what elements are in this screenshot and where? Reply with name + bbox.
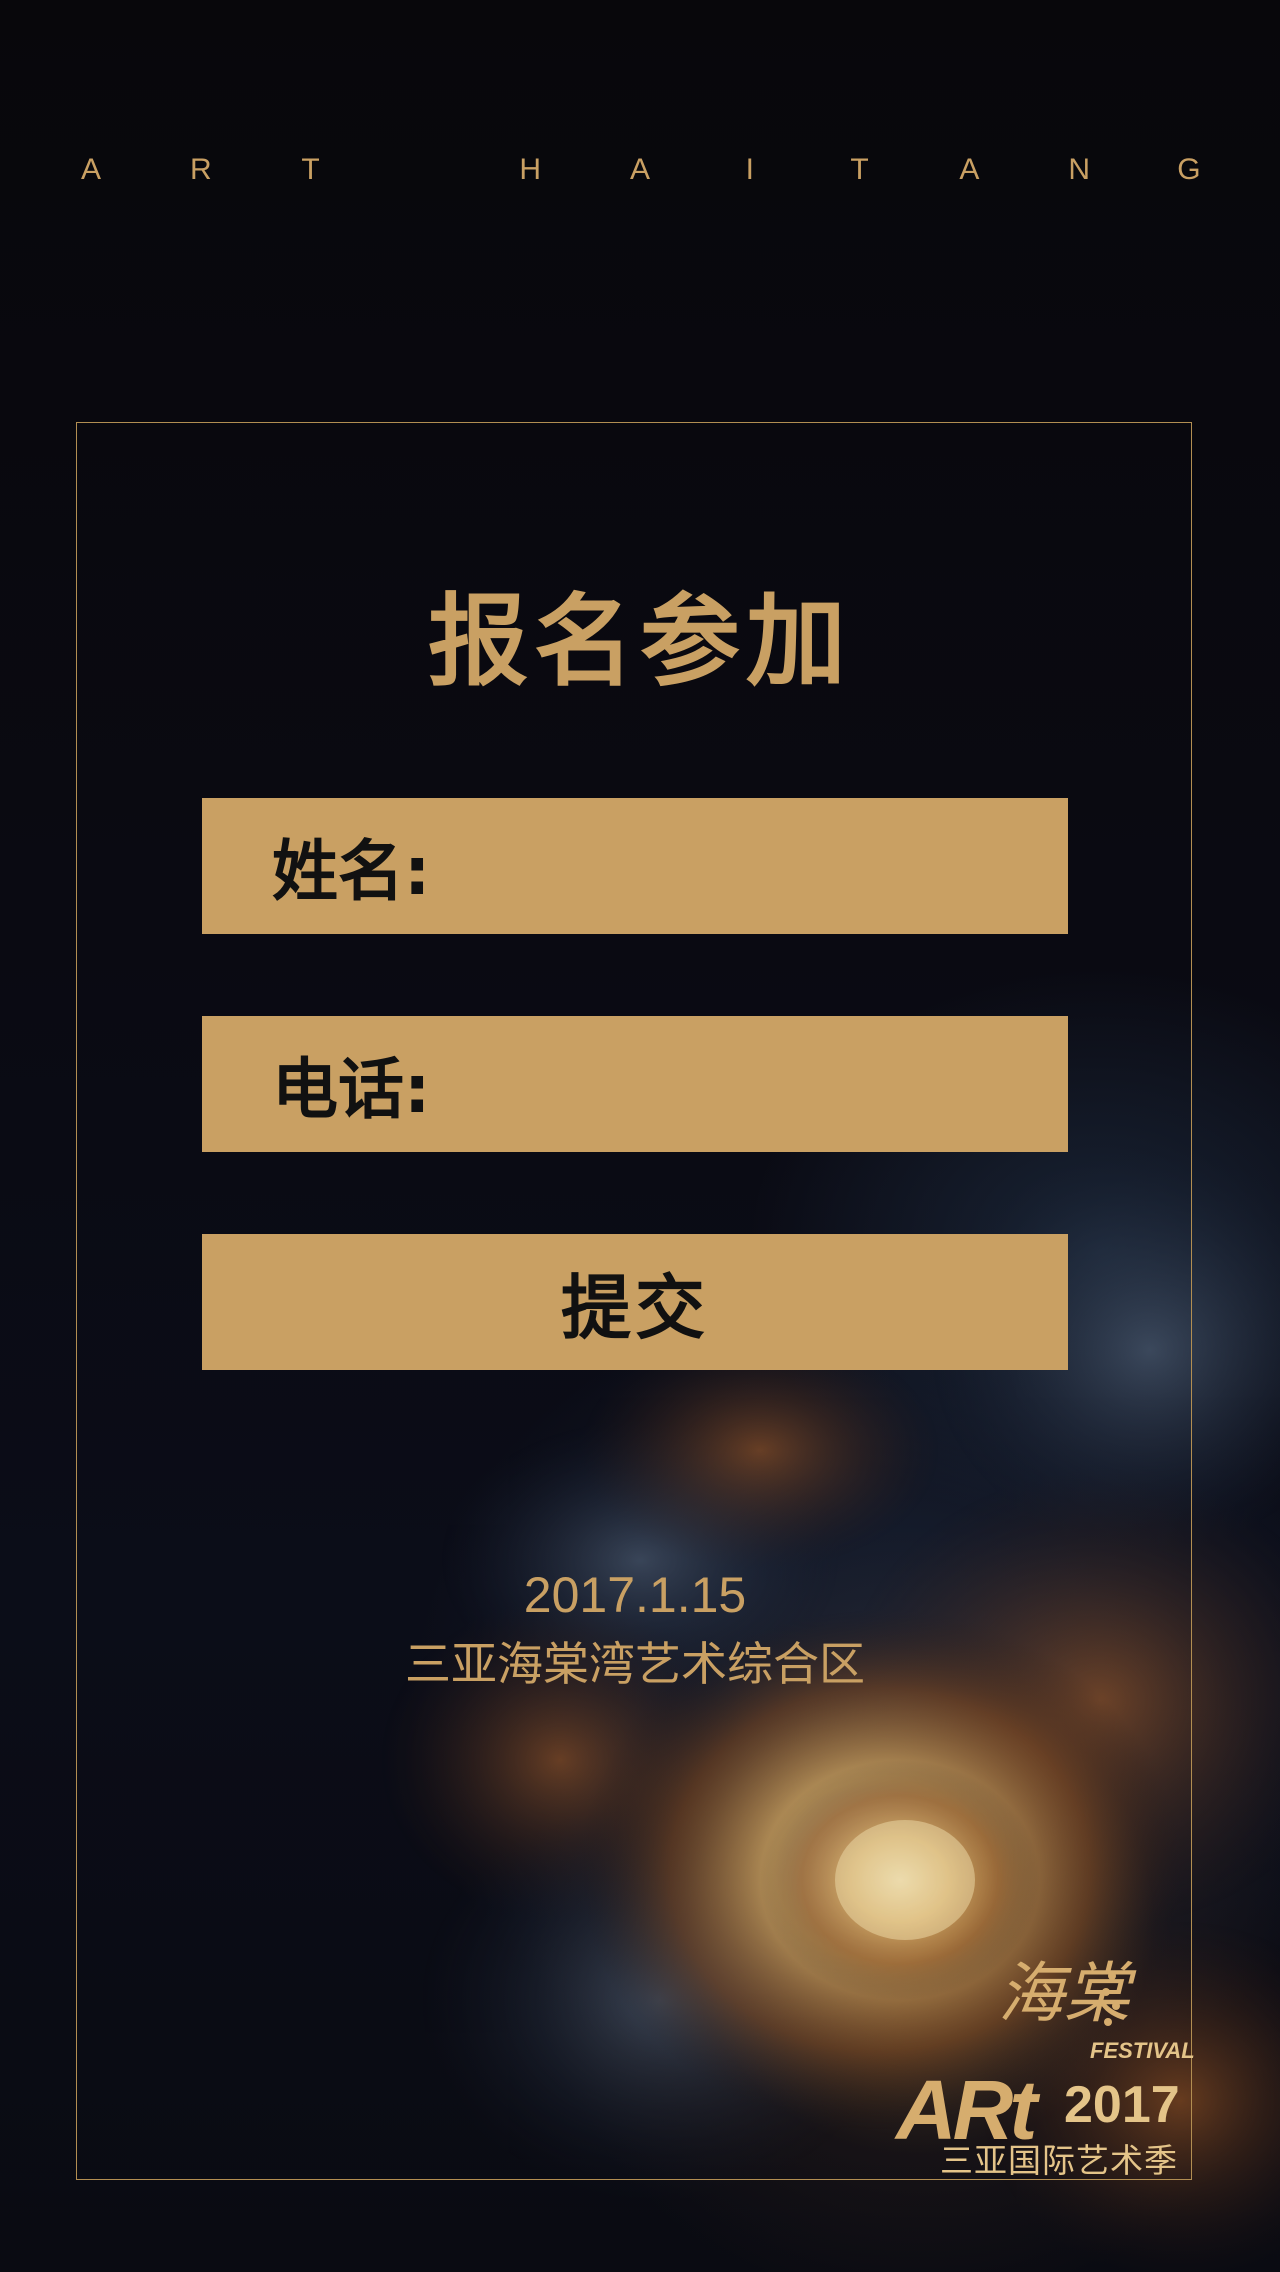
logo-festival: FESTIVAL (1090, 2038, 1195, 2063)
brand-letter: N (1068, 153, 1090, 186)
logo-subtitle: 三亚国际艺术季 (940, 2141, 1178, 2180)
brand-letter: G (1177, 153, 1201, 186)
name-field[interactable]: 姓名: (202, 797, 1068, 935)
festival-logo: 海棠 FESTIVAL ARt 2017 三亚国际艺术季 (880, 1940, 1195, 2180)
brand-letter: A (629, 153, 650, 186)
brand-wordmark: A R T H A I T A N G (76, 150, 1204, 190)
brand-letter: A (959, 153, 980, 186)
logo-year: 2017 (1064, 2076, 1180, 2134)
brand-letter: I (745, 153, 754, 186)
phone-label: 电话: (272, 1051, 431, 1128)
phone-input[interactable] (430, 1015, 1068, 1153)
submit-button[interactable]: 提交 (202, 1234, 1068, 1370)
brand-letter: T (850, 153, 869, 186)
phone-field[interactable]: 电话: (202, 1015, 1068, 1153)
page-title: 报名参加 (428, 583, 852, 700)
name-input[interactable] (430, 797, 1068, 935)
logo-dots-icon (1102, 1972, 1120, 2026)
event-venue: 三亚海棠湾艺术综合区 (405, 1637, 865, 1691)
registration-poster: A R T H A I T A N G 报名参加 姓名: 电话: 提交 2017… (0, 0, 1280, 2272)
brand-letter: T (301, 153, 320, 186)
name-label: 姓名: (272, 833, 431, 910)
brand-letter: R (189, 153, 212, 186)
brand-letter: H (519, 153, 542, 186)
brand-letter: A (80, 153, 101, 186)
event-date: 2017.1.15 (523, 1567, 747, 1623)
